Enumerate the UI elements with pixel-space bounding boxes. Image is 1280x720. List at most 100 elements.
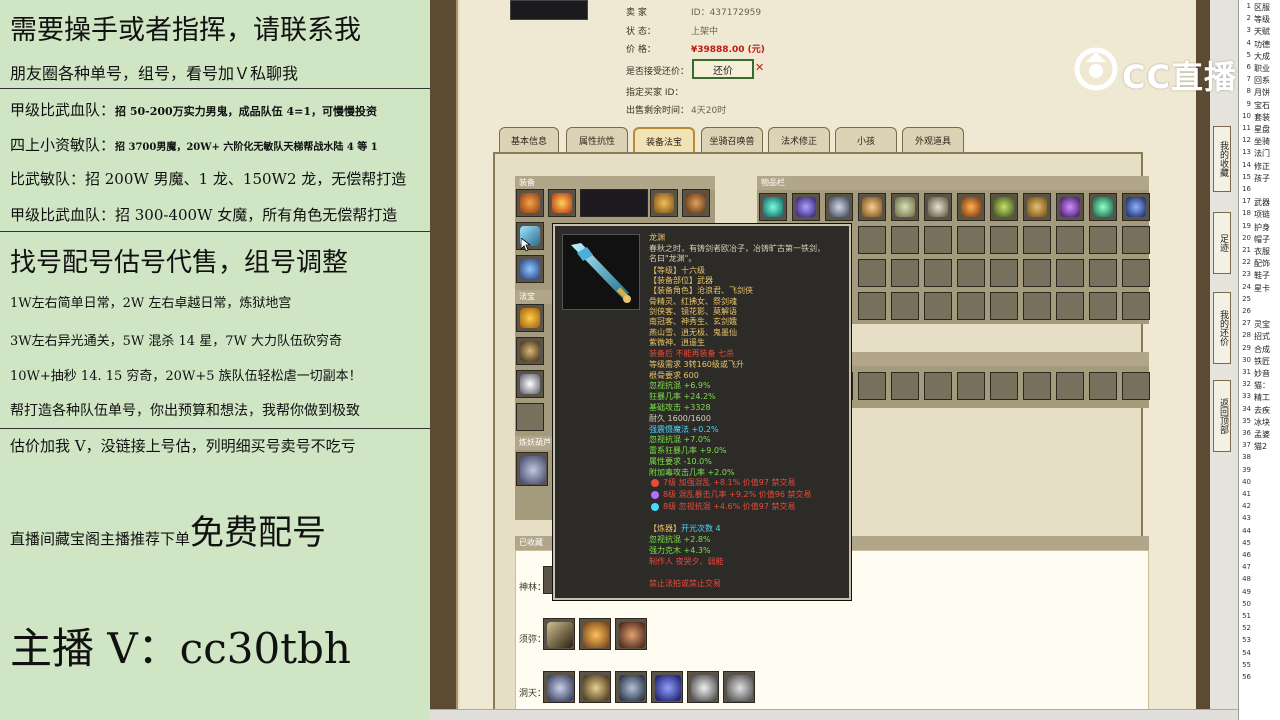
- footprint-tab[interactable]: 足迹: [1213, 212, 1231, 274]
- sheet-cell[interactable]: 妙音: [1254, 368, 1280, 379]
- bag-slot[interactable]: [1023, 193, 1051, 221]
- tab-child[interactable]: 小孩: [835, 127, 897, 153]
- sheet-cell[interactable]: 修正: [1254, 161, 1280, 172]
- sheet-cell[interactable]: 法门: [1254, 148, 1280, 159]
- bag-slot[interactable]: [891, 193, 919, 221]
- sheet-cell[interactable]: 护身: [1254, 222, 1280, 233]
- sheet-cell[interactable]: 铁匠: [1254, 356, 1280, 367]
- bag-slot-empty[interactable]: [858, 372, 886, 400]
- bag-slot-empty[interactable]: [1056, 259, 1084, 287]
- fabao-slot-4[interactable]: [516, 403, 544, 431]
- bag-slot-empty[interactable]: [990, 259, 1018, 287]
- tab-basic-info[interactable]: 基本信息: [499, 127, 559, 153]
- sheet-cell[interactable]: 合成: [1254, 344, 1280, 355]
- bag-slot[interactable]: [759, 193, 787, 221]
- fabao-slot-1[interactable]: [516, 304, 544, 332]
- bag-slot[interactable]: [957, 193, 985, 221]
- sheet-cell[interactable]: 项链: [1254, 209, 1280, 220]
- sheet-cell[interactable]: 配饰: [1254, 258, 1280, 269]
- equip-slot-armor[interactable]: [650, 189, 678, 217]
- bargain-button[interactable]: 还价: [692, 59, 754, 79]
- bag-slot-empty[interactable]: [891, 226, 919, 254]
- sheet-cell[interactable]: 套装: [1254, 112, 1280, 123]
- collected-slot[interactable]: [651, 671, 683, 703]
- sheet-cell[interactable]: 帽子: [1254, 234, 1280, 245]
- bag-slot-empty[interactable]: [1056, 292, 1084, 320]
- collected-slot[interactable]: [687, 671, 719, 703]
- bag-slot-empty[interactable]: [990, 292, 1018, 320]
- sheet-cell[interactable]: 区服: [1254, 2, 1280, 13]
- collected-slot[interactable]: [579, 618, 611, 650]
- sheet-cell[interactable]: 鞋子: [1254, 270, 1280, 281]
- fabao-slot-3[interactable]: [516, 370, 544, 398]
- sheet-cell[interactable]: 回系: [1254, 75, 1280, 86]
- sheet-cell[interactable]: 孩子: [1254, 173, 1280, 184]
- bag-slot-empty[interactable]: [891, 292, 919, 320]
- sheet-cell[interactable]: 天赋: [1254, 26, 1280, 37]
- sheet-cell[interactable]: 招式: [1254, 331, 1280, 342]
- bag-slot-empty[interactable]: [1122, 226, 1150, 254]
- tab-mounts-pets[interactable]: 坐骑召唤兽: [701, 127, 763, 153]
- sheet-cell[interactable]: 灵宝: [1254, 319, 1280, 330]
- back-to-top-tab[interactable]: 返回顶部: [1213, 380, 1231, 452]
- sheet-cell[interactable]: 孟婆: [1254, 429, 1280, 440]
- bag-slot-empty[interactable]: [1023, 292, 1051, 320]
- bag-slot-empty[interactable]: [924, 259, 952, 287]
- bag-slot-empty[interactable]: [957, 226, 985, 254]
- bag-slot-empty[interactable]: [891, 259, 919, 287]
- bag-slot-empty[interactable]: [858, 292, 886, 320]
- sheet-cell[interactable]: 大成: [1254, 51, 1280, 62]
- bag-slot-empty[interactable]: [1023, 259, 1051, 287]
- sheet-cell[interactable]: 宝石: [1254, 100, 1280, 111]
- bag-slot-empty[interactable]: [858, 226, 886, 254]
- bag-slot-empty[interactable]: [1122, 259, 1150, 287]
- sheet-cell[interactable]: 猫2: [1254, 441, 1280, 452]
- sheet-cell[interactable]: 等级: [1254, 14, 1280, 25]
- equip-slot-hat[interactable]: [516, 189, 544, 217]
- bag-slot-empty[interactable]: [1122, 372, 1150, 400]
- tab-spell-fix[interactable]: 法术修正: [768, 127, 830, 153]
- pet-slot[interactable]: [516, 452, 548, 486]
- fabao-slot-2[interactable]: [516, 337, 544, 365]
- bag-slot-empty[interactable]: [924, 292, 952, 320]
- tab-equipment[interactable]: 装备法宝: [633, 127, 695, 153]
- my-bargains-tab[interactable]: 我的还价: [1213, 292, 1231, 364]
- bag-slot-empty[interactable]: [891, 372, 919, 400]
- collected-slot[interactable]: [543, 671, 575, 703]
- my-favorites-tab[interactable]: 我的收藏: [1213, 126, 1231, 192]
- sheet-cell[interactable]: 功德: [1254, 39, 1280, 50]
- bag-slot-empty[interactable]: [1122, 292, 1150, 320]
- bag-slot[interactable]: [990, 193, 1018, 221]
- bag-slot-empty[interactable]: [1089, 292, 1117, 320]
- bag-slot[interactable]: [1056, 193, 1084, 221]
- collected-slot[interactable]: [543, 618, 575, 650]
- bag-slot-empty[interactable]: [924, 372, 952, 400]
- sheet-cell[interactable]: 星卡: [1254, 283, 1280, 294]
- bag-slot-empty[interactable]: [957, 292, 985, 320]
- collected-slot[interactable]: [579, 671, 611, 703]
- sheet-cell[interactable]: 坐骑: [1254, 136, 1280, 147]
- bag-slot-empty[interactable]: [957, 372, 985, 400]
- equip-slot-shoes[interactable]: [516, 255, 544, 283]
- tab-attributes[interactable]: 属性抗性: [566, 127, 628, 153]
- close-icon[interactable]: ✕: [755, 61, 764, 74]
- bag-slot-empty[interactable]: [1023, 226, 1051, 254]
- bag-slot-empty[interactable]: [990, 372, 1018, 400]
- sheet-cell[interactable]: 职业: [1254, 63, 1280, 74]
- bag-slot-empty[interactable]: [1089, 226, 1117, 254]
- bag-slot[interactable]: [1089, 193, 1117, 221]
- bag-slot-empty[interactable]: [1056, 226, 1084, 254]
- collected-slot[interactable]: [615, 618, 647, 650]
- horizontal-scrollbar[interactable]: [430, 709, 1238, 720]
- bag-slot-empty[interactable]: [1056, 372, 1084, 400]
- sheet-cell[interactable]: 冰块: [1254, 417, 1280, 428]
- collected-slot[interactable]: [723, 671, 755, 703]
- bag-slot-empty[interactable]: [1089, 372, 1117, 400]
- bag-slot[interactable]: [924, 193, 952, 221]
- tab-appearance[interactable]: 外观道具: [902, 127, 964, 153]
- bag-slot[interactable]: [825, 193, 853, 221]
- bag-slot[interactable]: [858, 193, 886, 221]
- bag-slot-empty[interactable]: [924, 226, 952, 254]
- sheet-cell[interactable]: 精工: [1254, 392, 1280, 403]
- sheet-cell[interactable]: 去疾: [1254, 405, 1280, 416]
